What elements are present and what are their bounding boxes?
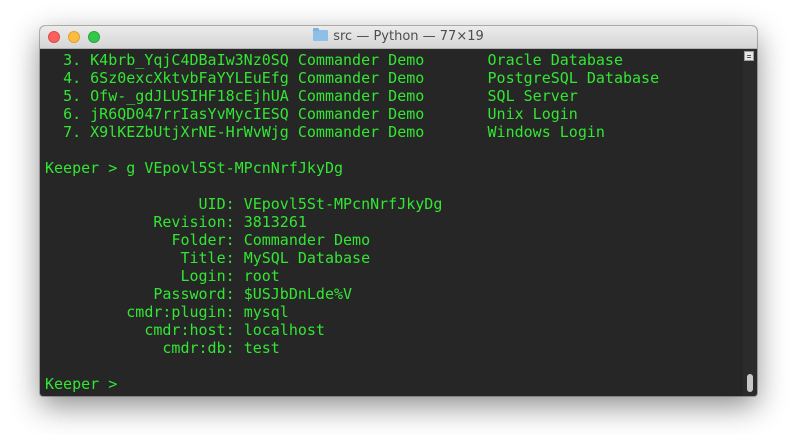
record-folder: Commander Demo bbox=[297, 123, 425, 141]
detail-label: cmdr:plugin: bbox=[126, 303, 235, 321]
detail-value: test bbox=[243, 339, 280, 357]
record-folder: Commander Demo bbox=[297, 105, 425, 123]
record-title: SQL Server bbox=[487, 87, 578, 105]
detail-label: Title: bbox=[180, 249, 235, 267]
detail-row-cmdr-plugin: cmdr:plugin: mysql bbox=[45, 303, 289, 321]
command-line: Keeper > g VEpovl5St-MPcnNrfJkyDg bbox=[45, 159, 344, 177]
record-title: Unix Login bbox=[487, 105, 578, 123]
record-number: 4. bbox=[63, 69, 82, 87]
record-folder: Commander Demo bbox=[297, 69, 425, 87]
record-row: 3. K4brb_YqjC4DBaIw3Nz0SQ Commander Demo… bbox=[45, 51, 623, 69]
detail-row-uid: UID: VEpovl5St-MPcnNrfJkyDg bbox=[45, 195, 443, 213]
record-row: 6. jR6QD047rrIasYvMycIESQ Commander Demo… bbox=[45, 105, 578, 123]
record-uid: jR6QD047rrIasYvMycIESQ bbox=[90, 105, 289, 123]
detail-label: cmdr:db: bbox=[162, 339, 235, 357]
scrollbar[interactable] bbox=[743, 49, 757, 396]
record-title: Windows Login bbox=[487, 123, 605, 141]
record-number: 6. bbox=[63, 105, 82, 123]
detail-row-title: Title: MySQL Database bbox=[45, 249, 370, 267]
scroll-thumb[interactable] bbox=[747, 374, 753, 392]
folder-icon bbox=[313, 28, 329, 41]
record-uid: K4brb_YqjC4DBaIw3Nz0SQ bbox=[90, 51, 289, 69]
detail-label: cmdr:host: bbox=[144, 321, 235, 339]
record-title: Oracle Database bbox=[487, 51, 623, 69]
detail-row-password: Password: $USJbDnLde%V bbox=[45, 285, 352, 303]
detail-label: UID: bbox=[198, 195, 235, 213]
detail-label: Revision: bbox=[153, 213, 235, 231]
record-row: 4. 6Sz0excXktvbFaYYLEuEfg Commander Demo… bbox=[45, 69, 659, 87]
detail-label: Folder: bbox=[171, 231, 235, 249]
record-folder: Commander Demo bbox=[297, 87, 425, 105]
window-title-wrap: src — Python — 77×19 bbox=[40, 26, 757, 48]
record-row: 5. Ofw-_gdJLUSIHF18cEjhUA Commander Demo… bbox=[45, 87, 578, 105]
record-title: PostgreSQL Database bbox=[487, 69, 660, 87]
detail-value: Commander Demo bbox=[243, 231, 371, 249]
split-pane-icon[interactable] bbox=[744, 51, 754, 61]
detail-row-login: Login: root bbox=[45, 267, 280, 285]
detail-value: root bbox=[243, 267, 280, 285]
detail-row-cmdr-db: cmdr:db: test bbox=[45, 339, 280, 357]
title-bar[interactable]: src — Python — 77×19 bbox=[40, 26, 757, 49]
record-number: 5. bbox=[63, 87, 82, 105]
terminal-output[interactable]: 3. K4brb_YqjC4DBaIw3Nz0SQ Commander Demo… bbox=[40, 49, 743, 396]
record-uid: X9lKEZbUtjXrNE-HrWvWjg bbox=[90, 123, 289, 141]
detail-row-cmdr-host: cmdr:host: localhost bbox=[45, 321, 325, 339]
detail-row-revision: Revision: 3813261 bbox=[45, 213, 307, 231]
record-uid: Ofw-_gdJLUSIHF18cEjhUA bbox=[90, 87, 289, 105]
record-row: 7. X9lKEZbUtjXrNE-HrWvWjg Commander Demo… bbox=[45, 123, 605, 141]
detail-value: VEpovl5St-MPcnNrfJkyDg bbox=[243, 195, 443, 213]
detail-row-folder: Folder: Commander Demo bbox=[45, 231, 370, 249]
detail-value: $USJbDnLde%V bbox=[243, 285, 353, 303]
record-folder: Commander Demo bbox=[297, 51, 425, 69]
input-prompt[interactable]: Keeper > bbox=[45, 375, 126, 393]
detail-label: Password: bbox=[153, 285, 235, 303]
record-uid: 6Sz0excXktvbFaYYLEuEfg bbox=[90, 69, 289, 87]
detail-value: 3813261 bbox=[243, 213, 307, 231]
window-title: src — Python — 77×19 bbox=[333, 29, 484, 44]
detail-value: localhost bbox=[243, 321, 325, 339]
detail-value: MySQL Database bbox=[243, 249, 371, 267]
detail-value: mysql bbox=[243, 303, 289, 321]
record-number: 7. bbox=[63, 123, 82, 141]
detail-label: Login: bbox=[180, 267, 235, 285]
record-number: 3. bbox=[63, 51, 82, 69]
terminal-window: src — Python — 77×19 3. K4brb_YqjC4DBaIw… bbox=[40, 26, 757, 396]
